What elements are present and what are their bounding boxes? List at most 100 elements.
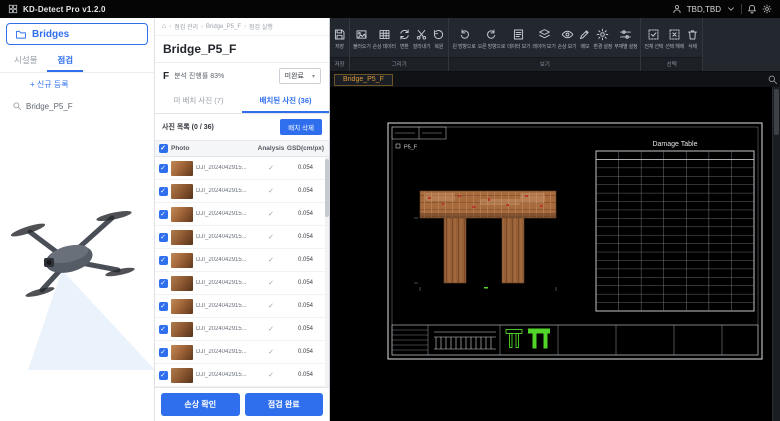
photo-row[interactable]: ✓DJI_2024042915...✓0.054	[155, 295, 329, 318]
breadcrumb-separator: ›	[201, 24, 203, 30]
photo-row[interactable]: ✓DJI_2024042915...✓0.054	[155, 226, 329, 249]
cad-canvas[interactable]: P5_F Damage Table	[330, 87, 772, 421]
delete-icon	[686, 28, 699, 41]
tab-placed-photos[interactable]: 배치된 사진 (36)	[242, 89, 329, 113]
deselect-icon	[668, 28, 681, 41]
viewer-tab[interactable]: Bridge_P5_F	[334, 74, 393, 86]
viewer-scrollbar-thumb[interactable]	[774, 89, 779, 135]
ribbon-button-rotate-right[interactable]: 오른 방향으로	[477, 26, 507, 52]
tab-facilities[interactable]: 시설물	[4, 49, 47, 72]
photo-row[interactable]: ✓DJI_2024042915...✓0.054	[155, 364, 329, 387]
ribbon-button-convert[interactable]: 변환	[397, 26, 412, 52]
analysis-check: ✓	[257, 187, 285, 195]
row-checkbox[interactable]: ✓	[159, 164, 168, 173]
sidebar-header[interactable]: Bridges	[6, 23, 148, 45]
photo-thumbnail	[171, 345, 193, 360]
photo-thumbnail	[171, 276, 193, 291]
ribbon-button-select-all[interactable]: 전체 선택	[643, 26, 664, 52]
gear-icon[interactable]	[762, 4, 772, 14]
row-checkbox[interactable]: ✓	[159, 233, 168, 242]
sidebar-tabs: 시설물 점검	[0, 49, 154, 73]
user-label[interactable]: TBD,TBD	[687, 5, 721, 14]
row-checkbox[interactable]: ✓	[159, 279, 168, 288]
ribbon-button-label: 데이터 보기	[507, 43, 530, 50]
delete-placement-button[interactable]: 배치 삭제	[280, 119, 322, 135]
ribbon-button-deselect[interactable]: 선택 해제	[664, 26, 685, 52]
tab-inspection[interactable]: 점검	[47, 49, 83, 72]
progress-label: 분석 진행률 83%	[174, 71, 224, 81]
analysis-check: ✓	[257, 371, 285, 379]
viewer-scrollbar[interactable]	[772, 87, 780, 421]
user-icon[interactable]	[672, 4, 682, 14]
add-registration-button[interactable]: + 신규 등록	[0, 73, 154, 92]
row-checkbox[interactable]: ✓	[159, 210, 168, 219]
analysis-check: ✓	[257, 256, 285, 264]
photo-name: DJI_2024042915...	[196, 234, 247, 240]
ribbon-button-restore[interactable]: 복원	[431, 26, 446, 52]
photo-row[interactable]: ✓DJI_2024042915...✓0.054	[155, 249, 329, 272]
breadcrumb-item[interactable]: Bridge_P5_F	[206, 24, 241, 30]
chevron-down-icon[interactable]	[726, 4, 736, 14]
column-photo: Photo	[171, 145, 257, 152]
ribbon-button-sliders[interactable]: 부재별 설정	[613, 26, 638, 52]
bridge-list-item[interactable]: Bridge_P5_F	[26, 102, 73, 111]
pier-image[interactable]	[414, 191, 556, 291]
inspection-complete-button[interactable]: 점검 완료	[245, 393, 324, 416]
zoom-icon[interactable]	[767, 74, 778, 85]
ribbon-button-label: 삭제	[688, 43, 697, 50]
rotate-left-icon	[458, 28, 471, 41]
ribbon-group: 저장저장	[330, 18, 350, 71]
pier-thumbnails-highlighted[interactable]	[506, 329, 550, 349]
photo-row[interactable]: ✓DJI_2024042915...✓0.054	[155, 341, 329, 364]
bell-icon[interactable]	[747, 4, 757, 14]
ribbon-button-save[interactable]: 저장	[332, 26, 347, 52]
ribbon-button-label: 변환	[400, 43, 409, 50]
breadcrumb: ⌂ › 점검 관리 › Bridge_P5_F › 점검 실행	[155, 18, 329, 36]
ribbon-button-gear[interactable]: 환경 설정	[592, 26, 613, 52]
status-select[interactable]: 미완료 ▾	[279, 68, 321, 84]
ribbon-button-layers[interactable]: 레이어 보기	[531, 26, 556, 52]
sidebar-search-row[interactable]: Bridge_P5_F	[0, 92, 154, 120]
ribbon-button-memo[interactable]: 메모	[577, 26, 592, 52]
photo-table: ✓ Photo Analysis GSD(cm/px) ✓DJI_2024042…	[155, 140, 329, 387]
home-icon[interactable]: ⌂	[162, 23, 166, 30]
row-checkbox[interactable]: ✓	[159, 256, 168, 265]
breadcrumb-item[interactable]: 점검 관리	[174, 22, 198, 31]
row-checkbox[interactable]: ✓	[159, 187, 168, 196]
bell-icon	[747, 4, 757, 14]
damage-check-button[interactable]: 손상 확인	[161, 393, 240, 416]
ribbon-button-label: 복원	[435, 43, 444, 50]
search-icon	[12, 101, 22, 111]
ribbon-button-table[interactable]: 손상 데이터	[372, 26, 397, 52]
ribbon-button-cut[interactable]: 잘라내기	[412, 26, 432, 52]
select-all-checkbox[interactable]: ✓	[159, 144, 168, 153]
photo-row[interactable]: ✓DJI_2024042915...✓0.054	[155, 272, 329, 295]
row-checkbox[interactable]: ✓	[159, 348, 168, 357]
table-scrollbar[interactable]	[325, 157, 329, 387]
ribbon-group: 불러오기손상 데이터변환잘라내기복원그리기	[350, 18, 449, 71]
app-title: KD-Detect Pro v1.2.0	[23, 5, 106, 14]
scrollbar-thumb[interactable]	[325, 159, 329, 217]
ribbon-button-delete[interactable]: 삭제	[685, 26, 700, 52]
restore-icon	[432, 28, 445, 41]
photo-name: DJI_2024042915...	[196, 165, 247, 171]
photo-row[interactable]: ✓DJI_2024042915...✓0.054	[155, 180, 329, 203]
photo-row[interactable]: ✓DJI_2024042915...✓0.054	[155, 318, 329, 341]
ribbon-button-eye[interactable]: 손상 보기	[557, 26, 578, 52]
grade-label: F	[163, 71, 169, 82]
photo-row[interactable]: ✓DJI_2024042915...✓0.054	[155, 157, 329, 180]
green-marker	[484, 287, 488, 289]
ribbon-button-data-view[interactable]: 데이터 보기	[506, 26, 531, 52]
photo-thumbnail	[171, 299, 193, 314]
ribbon-button-rotate-left[interactable]: 왼 방향으로	[451, 26, 476, 52]
photo-name: DJI_2024042915...	[196, 211, 247, 217]
row-checkbox[interactable]: ✓	[159, 371, 168, 380]
photo-row[interactable]: ✓DJI_2024042915...✓0.054	[155, 203, 329, 226]
tab-unplaced-photos[interactable]: 미 배치 사진 (7)	[155, 89, 242, 113]
sliders-icon	[619, 28, 632, 41]
analysis-check: ✓	[257, 210, 285, 218]
ribbon-button-image[interactable]: 불러오기	[352, 26, 372, 52]
breadcrumb-item[interactable]: 점검 실행	[249, 22, 273, 31]
row-checkbox[interactable]: ✓	[159, 302, 168, 311]
row-checkbox[interactable]: ✓	[159, 325, 168, 334]
